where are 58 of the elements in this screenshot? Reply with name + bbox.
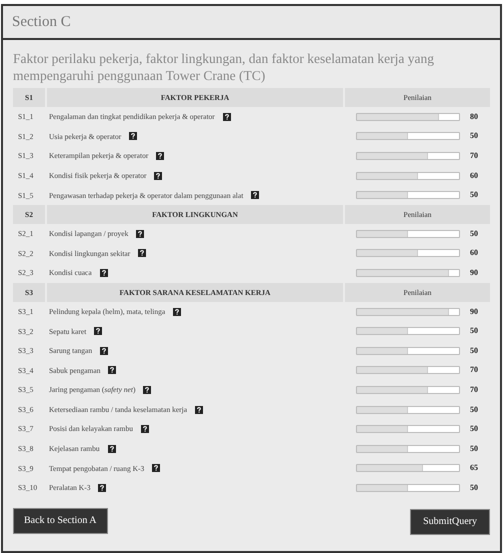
section-title: Section C xyxy=(12,12,71,32)
slider[interactable] xyxy=(356,366,460,374)
help-icon[interactable] xyxy=(138,249,146,258)
slider-value: 90 xyxy=(469,266,479,279)
slider[interactable] xyxy=(356,308,460,316)
help-icon[interactable] xyxy=(129,132,138,140)
help-icon[interactable] xyxy=(173,308,182,316)
slider[interactable] xyxy=(356,346,460,355)
slider[interactable] xyxy=(356,230,460,238)
slider-value: 50 xyxy=(469,482,479,494)
help-icon[interactable] xyxy=(140,425,149,434)
slider-value: 50 xyxy=(469,228,479,240)
help-icon[interactable] xyxy=(251,191,260,200)
slider[interactable] xyxy=(356,191,460,200)
help-icon[interactable] xyxy=(195,406,204,414)
slider-value: 90 xyxy=(469,306,479,318)
slider[interactable] xyxy=(356,249,460,258)
help-icon[interactable] xyxy=(156,152,164,160)
submit-button[interactable]: SubmitQuery xyxy=(410,508,490,535)
slider[interactable] xyxy=(356,484,460,492)
help-icon[interactable] xyxy=(100,268,108,277)
back-button[interactable]: Back to Section A xyxy=(13,508,108,534)
slider-value: 65 xyxy=(469,462,479,474)
help-icon[interactable] xyxy=(94,327,102,336)
slider-value: 70 xyxy=(469,150,479,162)
help-icon[interactable] xyxy=(98,484,106,492)
help-icon[interactable] xyxy=(136,230,144,238)
slider-value: 60 xyxy=(469,247,479,260)
slider-value: 50 xyxy=(469,130,479,142)
slider[interactable] xyxy=(356,406,460,414)
slider[interactable] xyxy=(356,425,460,434)
help-icon[interactable] xyxy=(100,346,108,355)
slider-value: 50 xyxy=(469,344,479,357)
slider[interactable] xyxy=(356,132,460,140)
slider[interactable] xyxy=(356,172,460,180)
help-icon[interactable] xyxy=(108,444,116,453)
slider-value: 50 xyxy=(469,442,479,455)
slider[interactable] xyxy=(356,386,460,394)
slider[interactable] xyxy=(356,152,460,160)
slider-value: 80 xyxy=(469,110,479,123)
slider[interactable] xyxy=(356,464,460,472)
help-icon[interactable] xyxy=(143,386,152,394)
slider-value: 50 xyxy=(469,189,479,202)
slider-value: 70 xyxy=(469,384,479,396)
slider-value: 50 xyxy=(469,325,479,338)
help-icon[interactable] xyxy=(154,172,162,180)
form-heading: Faktor perilaku pekerja, faktor lingkungan, dan faktor keselamatan kerja yang mempengaruhi penggunaan Tower Crane (TC) xyxy=(13,50,435,84)
slider-value: 50 xyxy=(469,404,479,416)
help-icon[interactable] xyxy=(222,112,231,121)
slider[interactable] xyxy=(356,112,460,121)
slider[interactable] xyxy=(356,268,460,277)
slider-value: 70 xyxy=(469,364,479,376)
slider-value: 60 xyxy=(469,170,479,182)
help-icon[interactable] xyxy=(152,464,160,472)
help-icon[interactable] xyxy=(108,366,116,374)
slider[interactable] xyxy=(356,444,460,453)
slider-value: 50 xyxy=(469,423,479,436)
slider[interactable] xyxy=(356,327,460,336)
